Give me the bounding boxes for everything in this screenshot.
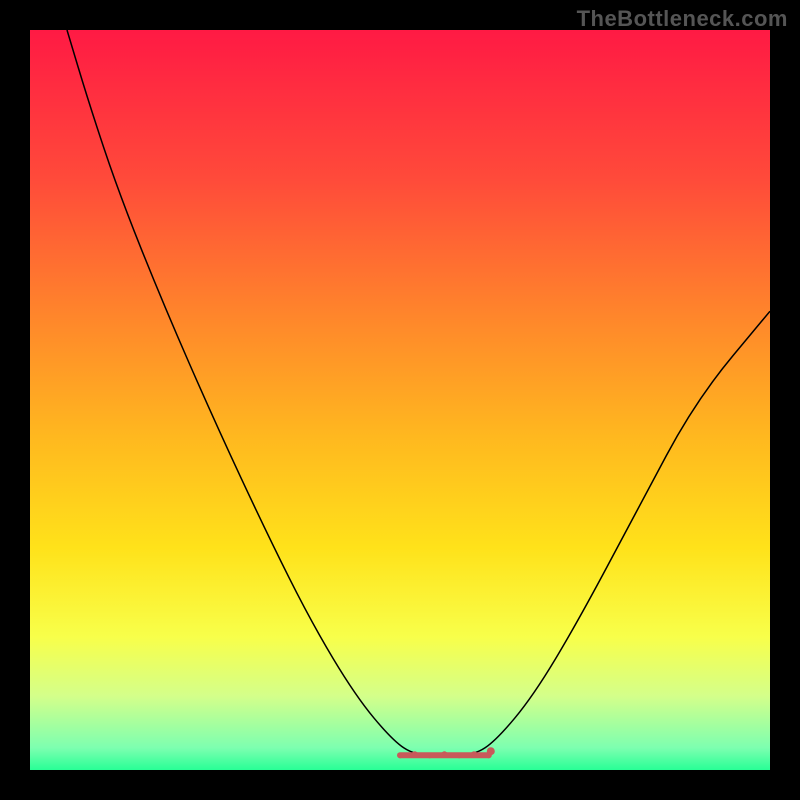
bottleneck-plot [30,30,770,770]
gradient-background [30,30,770,770]
watermark-text: TheBottleneck.com [577,6,788,32]
chart-frame: TheBottleneck.com [0,0,800,800]
